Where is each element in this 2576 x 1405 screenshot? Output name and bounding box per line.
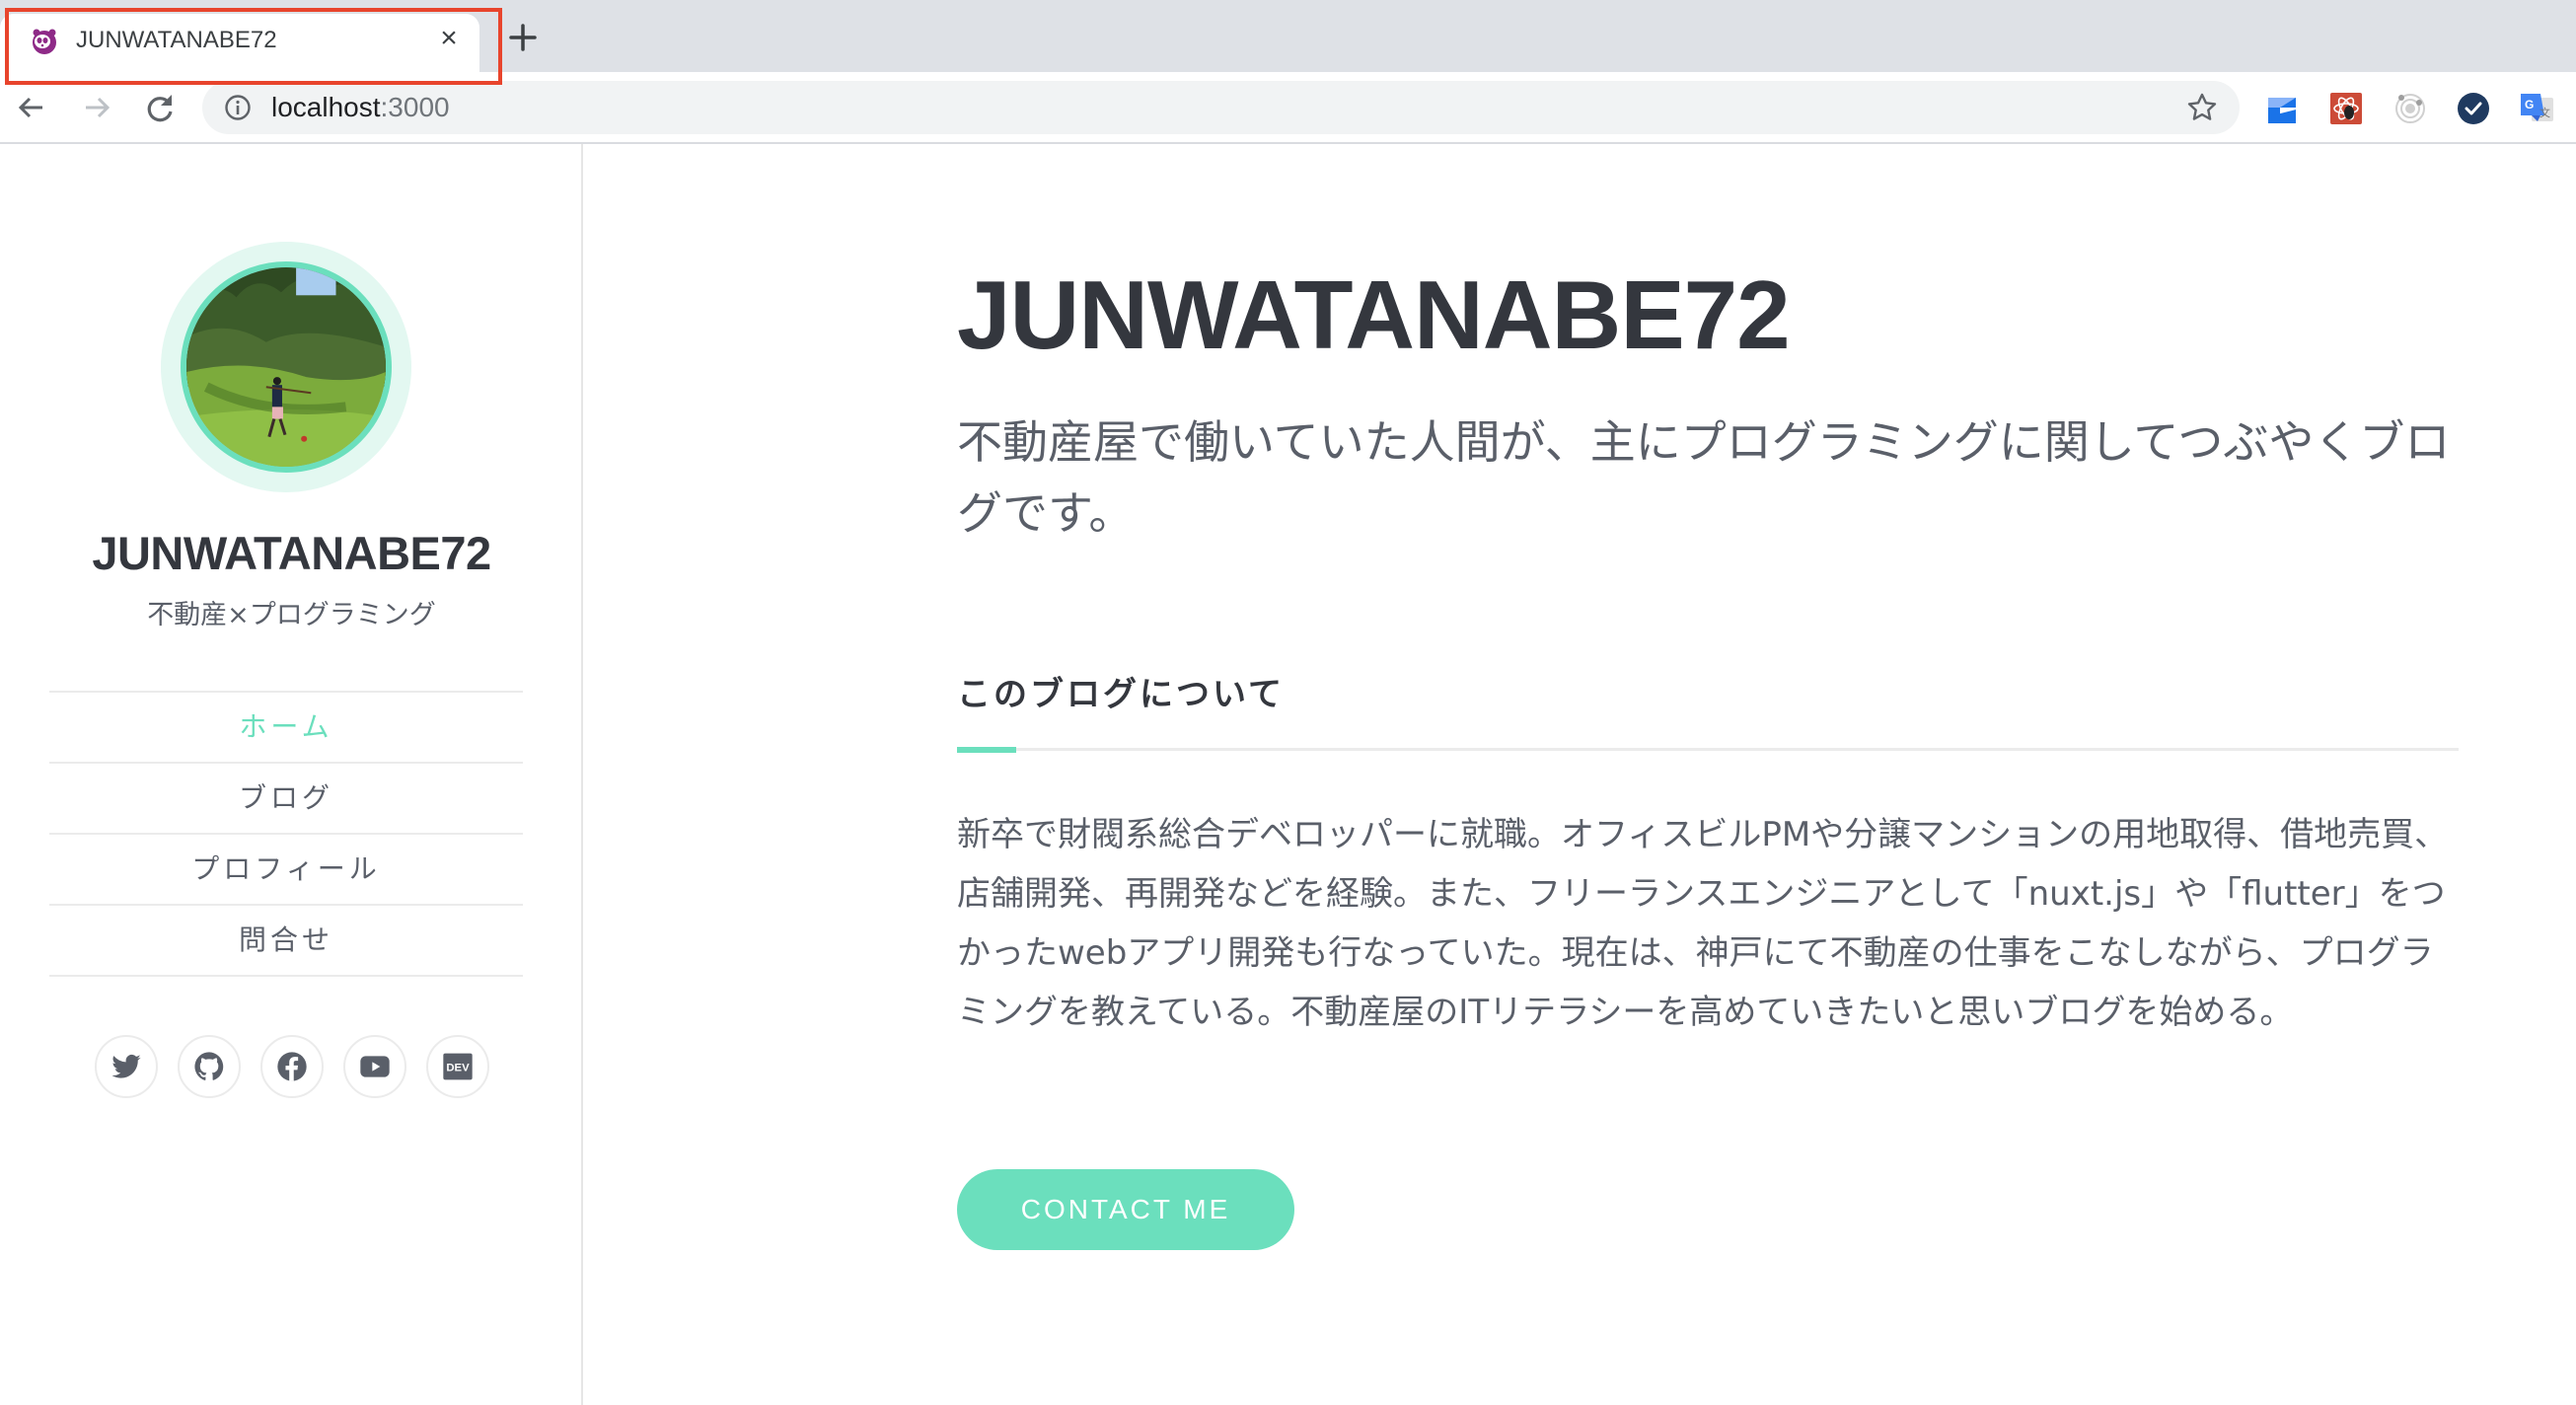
tab-title: JUNWATANABE72	[76, 27, 277, 53]
svg-text:G: G	[2525, 98, 2534, 111]
reload-icon[interactable]	[142, 90, 178, 125]
close-tab-icon[interactable]: ×	[434, 24, 464, 53]
sidebar-item-home[interactable]: ホーム	[49, 693, 523, 764]
about-text: 新卒で財閥系総合デベロッパーに就職。オフィスビルPMや分譲マンションの用地取得、…	[957, 815, 2449, 1032]
section-divider-accent	[957, 747, 1016, 753]
youtube-link[interactable]	[342, 1035, 406, 1098]
sidebar-item-blog[interactable]: ブログ	[49, 764, 523, 835]
facebook-icon	[276, 1052, 307, 1081]
twitter-link[interactable]	[94, 1035, 158, 1098]
avatar-photo-golfer	[186, 267, 386, 467]
plus-icon[interactable]	[505, 20, 541, 55]
sidebar-item-contact[interactable]: 問合せ	[49, 906, 523, 977]
about-heading: このブログについて	[957, 675, 1285, 714]
panda-favicon-icon	[30, 27, 59, 56]
address-bar[interactable]: localhost:3000	[202, 81, 2240, 134]
checkmark-extension-icon[interactable]	[2457, 92, 2490, 125]
twitter-icon	[110, 1054, 141, 1078]
github-link[interactable]	[177, 1035, 241, 1098]
dev-icon: DEV	[442, 1053, 473, 1080]
social-links: DEV	[0, 1035, 583, 1098]
avatar[interactable]	[181, 261, 392, 473]
sidebar-tagline: 不動産×プログラミング	[147, 600, 436, 630]
google-translate-extension-icon[interactable]: G文	[2520, 92, 2553, 125]
browser-toolbar: localhost:3000 G文	[0, 72, 2576, 144]
arrow-left-icon[interactable]	[14, 90, 49, 125]
blue-g-extension-icon[interactable]	[2265, 92, 2299, 125]
svg-text:文: 文	[2539, 106, 2550, 119]
sidebar-nav: ホーム ブログ プロフィール 問合せ	[49, 691, 523, 977]
facebook-link[interactable]	[259, 1035, 324, 1098]
contact-me-button[interactable]: CONTACT ME	[957, 1169, 1294, 1250]
url-port: :3000	[380, 92, 450, 122]
url-text[interactable]: localhost:3000	[271, 92, 450, 123]
page-tagline: 不動産屋で働いていた人間が、主にプログラミングに関してつぶやくブログです。	[957, 415, 2451, 540]
info-icon[interactable]	[224, 94, 252, 121]
section-divider	[957, 748, 2459, 751]
page-title: JUNWATANABE72	[957, 260, 1791, 369]
sidebar-site-name: JUNWATANABE72	[92, 527, 491, 579]
dev-link[interactable]: DEV	[425, 1035, 489, 1098]
url-host: localhost	[271, 92, 381, 122]
tab-strip: JUNWATANABE72 ×	[0, 0, 2576, 72]
atom-bug-extension-icon[interactable]	[2329, 92, 2363, 125]
star-icon[interactable]	[2186, 92, 2218, 123]
arrow-right-icon[interactable]	[79, 90, 114, 125]
browser-tab-active[interactable]: JUNWATANABE72 ×	[0, 14, 479, 72]
gray-orbit-extension-icon[interactable]	[2393, 92, 2427, 125]
avatar-ring	[161, 242, 411, 492]
sidebar-item-profile[interactable]: プロフィール	[49, 835, 523, 906]
sidebar: JUNWATANABE72 不動産×プログラミング ホーム ブログ プロフィール…	[0, 144, 583, 1405]
svg-text:DEV: DEV	[446, 1063, 470, 1074]
github-icon	[193, 1052, 223, 1080]
youtube-icon	[359, 1056, 390, 1077]
